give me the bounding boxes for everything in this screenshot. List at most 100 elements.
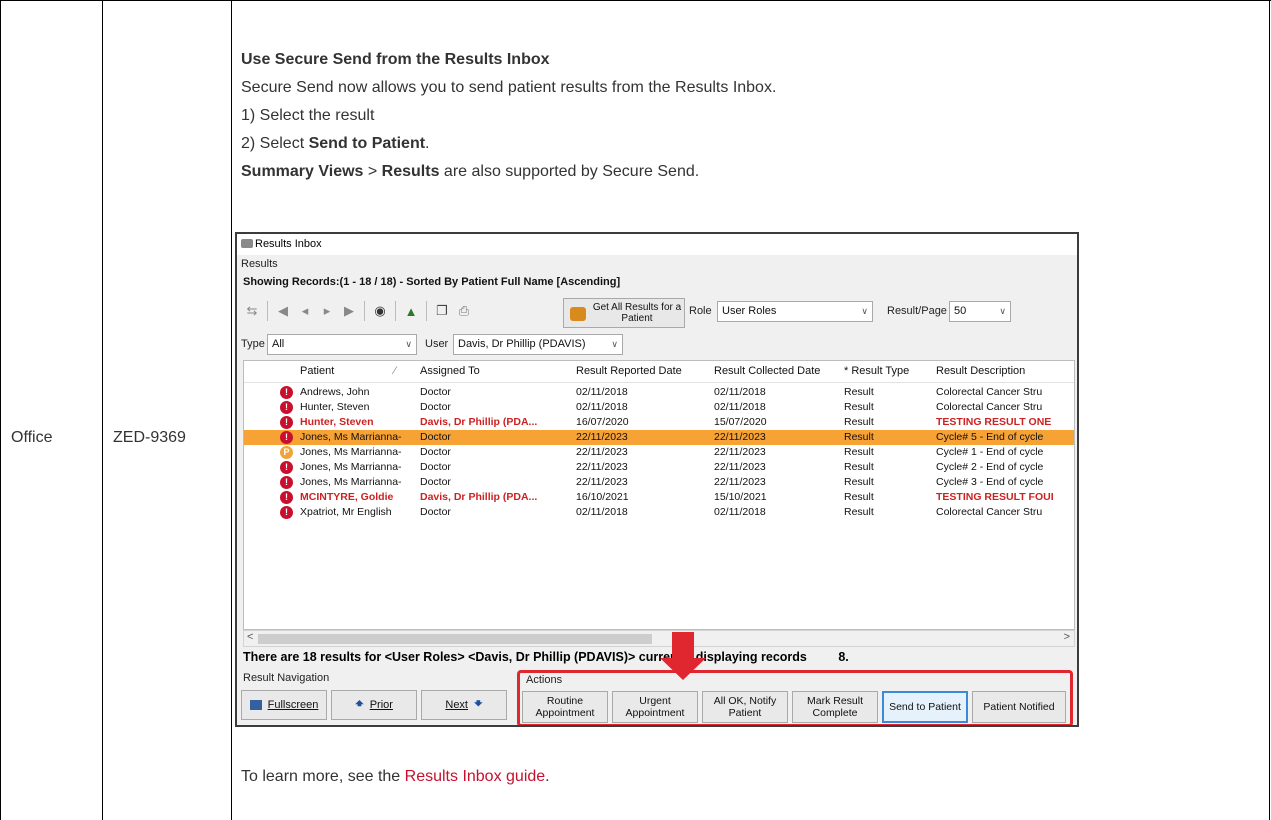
table-left-border — [0, 0, 1, 820]
result-page-value: 50 — [954, 305, 967, 317]
table-row[interactable]: ! Jones, Ms Marrianna- Doctor 22/11/2023 22/… — [244, 475, 1074, 490]
cell-reported: 22/11/2023 — [576, 461, 628, 473]
print-icon[interactable]: ⎙ — [453, 300, 475, 322]
first-record-icon[interactable]: ◀ — [272, 300, 294, 322]
table-row[interactable]: ! Jones, Ms Marrianna- Doctor 22/11/2023 22/… — [244, 460, 1074, 475]
cell-patient: Jones, Ms Marrianna- — [300, 476, 402, 488]
routine-appointment-button[interactable]: Routine Appointment — [522, 691, 608, 723]
column-reported-date[interactable]: Result Reported Date — [576, 365, 682, 377]
results-inbox-guide-link[interactable]: Results Inbox guide — [405, 768, 546, 785]
cell-type: Result — [844, 431, 874, 443]
chevron-down-icon: ∨ — [999, 306, 1006, 316]
window-title: Results Inbox — [255, 238, 322, 250]
toolbar: ⇆ ◀ ◂ ▸ ▶ ◉ ▲ ❐ ⎙ — [241, 296, 475, 326]
alert-status-icon: ! — [280, 461, 293, 474]
alert-status-icon: ! — [280, 506, 293, 519]
next-record-icon[interactable]: ▸ — [316, 300, 338, 322]
send-to-patient-button[interactable]: Send to Patient — [882, 691, 968, 723]
cell-patient: MCINTYRE, Goldie — [300, 491, 394, 503]
cell-reported: 22/11/2023 — [576, 476, 628, 488]
cell-desc: TESTING RESULT FOUI — [936, 491, 1054, 503]
user-value: Davis, Dr Phillip (PDAVIS) — [458, 338, 586, 350]
user-select[interactable]: Davis, Dr Phillip (PDAVIS) ∨ — [453, 334, 623, 355]
column-assigned-to[interactable]: Assigned To — [420, 365, 480, 377]
table-row[interactable]: ! Hunter, Steven Davis, Dr Phillip (PDA...… — [244, 415, 1074, 430]
cell-patient: Jones, Ms Marrianna- — [300, 431, 402, 443]
results-group-label: Results — [241, 258, 278, 270]
alert-status-icon: ! — [280, 431, 293, 444]
horizontal-scrollbar[interactable]: < > — [243, 630, 1075, 647]
showing-records-text: Showing Records:(1 - 18 / 18) - Sorted B… — [243, 276, 621, 288]
prior-label: Prior — [369, 699, 393, 711]
cell-collected: 15/10/2021 — [714, 491, 767, 503]
last-record-icon[interactable]: ▶ — [338, 300, 360, 322]
cell-assigned: Doctor — [420, 461, 451, 473]
type-label: Type — [241, 338, 265, 350]
cell-patient: Jones, Ms Marrianna- — [300, 461, 402, 473]
role-label: Role — [689, 305, 712, 317]
note-summary-support: Summary Views > Results are also support… — [241, 163, 700, 180]
results-inbox-screenshot: Results Inbox Results Showing Records:(1… — [235, 232, 1079, 727]
product-cell: Office — [11, 429, 53, 446]
chevron-down-icon: ∨ — [611, 339, 618, 349]
table-row[interactable]: ! MCINTYRE, Goldie Davis, Dr Phillip (PDA.… — [244, 490, 1074, 505]
cell-collected: 15/07/2020 — [714, 416, 767, 428]
result-page-select[interactable]: 50 ∨ — [949, 301, 1011, 322]
results-summary: There are 18 results for <User Roles> <D… — [243, 650, 849, 664]
cell-type: Result — [844, 416, 874, 428]
cell-desc: Colorectal Cancer Stru — [936, 401, 1043, 413]
cell-type: Result — [844, 461, 874, 473]
next-label: Next — [445, 699, 468, 711]
next-button[interactable]: Next 🠻 — [421, 690, 507, 720]
cell-reported: 22/11/2023 — [576, 431, 628, 443]
column-collected-date[interactable]: Result Collected Date — [714, 365, 820, 377]
get-all-results-button[interactable]: Get All Results for a Patient — [563, 298, 685, 328]
refresh-icon[interactable]: ⇆ — [241, 300, 263, 322]
column-divider-1 — [102, 0, 103, 820]
fullscreen-label: Fullscreen — [267, 699, 319, 711]
sort-icon: ⁄ — [394, 365, 396, 377]
type-value: All — [272, 338, 285, 350]
table-row[interactable]: ! Hunter, Steven Doctor 02/11/2018 02/11/201… — [244, 400, 1074, 415]
urgent-appointment-button[interactable]: Urgent Appointment — [612, 691, 698, 723]
scroll-thumb[interactable] — [258, 634, 652, 644]
copy-icon[interactable]: ❐ — [431, 300, 453, 322]
alert-status-icon: ! — [280, 401, 293, 414]
export-icon[interactable]: ▲ — [400, 300, 422, 322]
cell-collected: 02/11/2018 — [714, 506, 766, 518]
fullscreen-button[interactable]: Fullscreen — [241, 690, 327, 720]
fullscreen-icon — [249, 700, 262, 710]
cell-type: Result — [844, 506, 874, 518]
cell-assigned: Doctor — [420, 476, 451, 488]
column-result-description[interactable]: Result Description — [936, 365, 1025, 377]
results-inbox-title-bar: Results Inbox — [237, 234, 1077, 255]
note-intro: Secure Send now allows you to send patie… — [241, 79, 777, 96]
scroll-left-icon[interactable]: < — [247, 631, 253, 643]
cell-assigned: Doctor — [420, 431, 451, 443]
table-row[interactable]: ! Andrews, John Doctor 02/11/2018 02/11/2018… — [244, 385, 1074, 400]
table-row[interactable]: ! Jones, Ms Marrianna- Doctor 22/11/2023 22/… — [244, 430, 1074, 445]
previous-record-icon[interactable]: ◂ — [294, 300, 316, 322]
cell-patient: Jones, Ms Marrianna- — [300, 446, 402, 458]
scroll-right-icon[interactable]: > — [1064, 631, 1070, 643]
cell-type: Result — [844, 446, 874, 458]
cell-patient: Andrews, John — [300, 386, 370, 398]
column-patient[interactable]: Patient — [300, 365, 334, 377]
results-list-header: Patient ⁄ Assigned To Result Reported Da… — [244, 361, 1074, 383]
table-row[interactable]: ! Xpatriot, Mr English Doctor 02/11/2018 02/… — [244, 505, 1074, 520]
column-result-type[interactable]: * Result Type — [844, 365, 909, 377]
result-navigation-label: Result Navigation — [243, 672, 330, 684]
mark-result-complete-button[interactable]: Mark Result Complete — [792, 691, 878, 723]
role-value: User Roles — [722, 305, 777, 317]
search-icon[interactable]: ◉ — [369, 300, 391, 322]
role-select[interactable]: User Roles ∨ — [717, 301, 873, 322]
type-select[interactable]: All ∨ — [267, 334, 417, 355]
result-navigation-group: Result Navigation Fullscreen 🠹 Prior Nex… — [241, 670, 511, 725]
cell-assigned: Doctor — [420, 446, 451, 458]
prior-button[interactable]: 🠹 Prior — [331, 690, 417, 720]
table-row[interactable]: P Jones, Ms Marrianna- Doctor 22/11/2023 22/… — [244, 445, 1074, 460]
cell-reported: 22/11/2023 — [576, 446, 628, 458]
patient-notified-button[interactable]: Patient Notified — [972, 691, 1066, 723]
cell-patient: Xpatriot, Mr English — [300, 506, 392, 518]
all-ok-notify-patient-button[interactable]: All OK, Notify Patient — [702, 691, 788, 723]
